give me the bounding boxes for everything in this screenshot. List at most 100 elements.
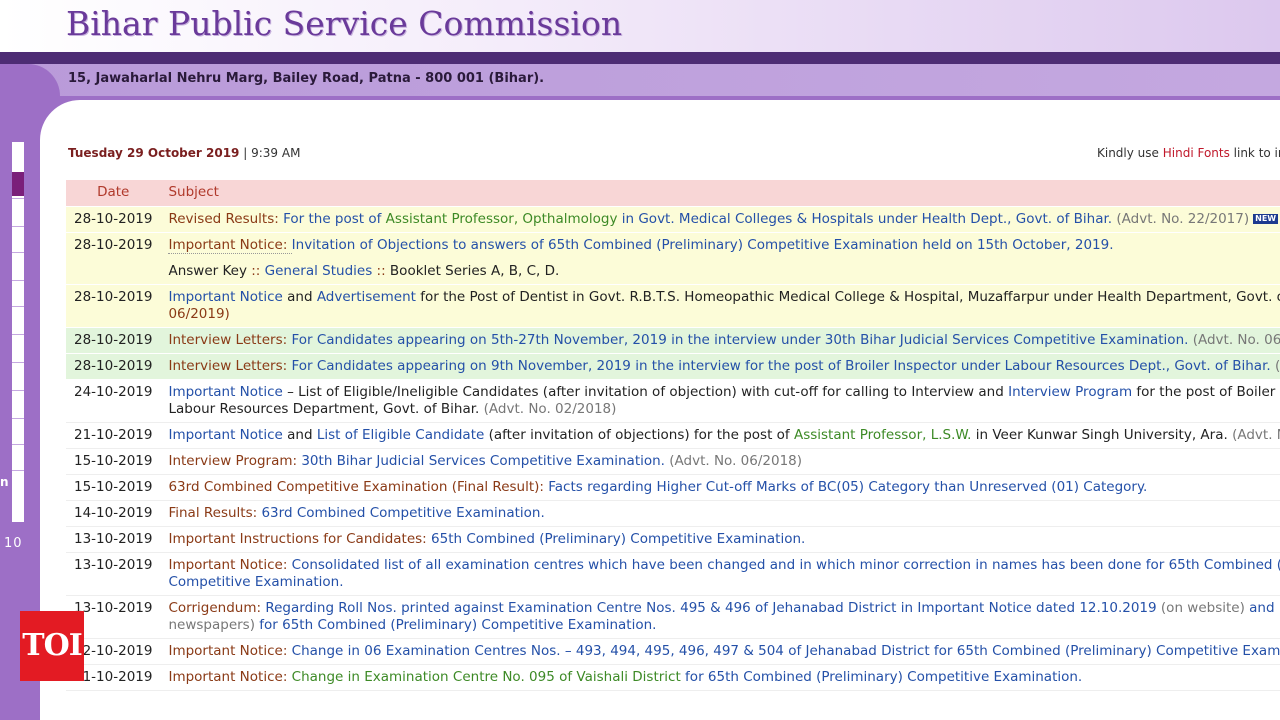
notice-type: Important Instructions for Candidates: bbox=[168, 531, 432, 547]
notice-link[interactable]: in the interview for the post of Broiler… bbox=[631, 358, 1270, 374]
table-row: 13-10-2019 Corrigendum: Regarding Roll N… bbox=[66, 595, 1280, 639]
row-date: 28-10-2019 bbox=[66, 353, 161, 380]
notice-link[interactable]: For the post of bbox=[283, 211, 386, 227]
left-menu-separator bbox=[12, 280, 24, 281]
eligible-list-link[interactable]: List of Eligible Candidate bbox=[317, 427, 484, 443]
toi-watermark-logo: TOI bbox=[20, 611, 84, 681]
notice-link[interactable]: in Govt. Medical Colleges & Hospitals un… bbox=[617, 211, 1112, 227]
current-time: 9:39 AM bbox=[251, 146, 301, 160]
row-subject: Final Results: 63rd Combined Competitive… bbox=[160, 500, 1280, 527]
row-subject: Important Notice – List of Eligible/Inel… bbox=[160, 379, 1280, 423]
hindi-font-hint: Kindly use Hindi Fonts link to inst bbox=[1097, 146, 1280, 160]
site-title: Bihar Public Service Commission bbox=[66, 4, 623, 43]
notice-type: Corrigendum: bbox=[168, 600, 266, 616]
notice-source: newspapers) bbox=[168, 617, 255, 633]
conjunction: and bbox=[282, 289, 317, 305]
notice-type: Important Notice: bbox=[168, 557, 292, 573]
date-column-header: Date bbox=[66, 180, 161, 207]
current-date: Tuesday 29 October 2019 bbox=[68, 146, 240, 160]
hindi-fonts-link[interactable]: Hindi Fonts bbox=[1163, 146, 1230, 160]
notice-link[interactable]: Invitation of Objections to answers of 6… bbox=[292, 237, 1114, 253]
date-separator: | bbox=[243, 146, 248, 160]
interview-program-link[interactable]: Interview Program bbox=[1008, 384, 1132, 400]
notice-link[interactable]: Change in 06 Examination Centres Nos. – … bbox=[292, 643, 1280, 659]
table-row: 13-10-2019 Important Notice: Consolidate… bbox=[66, 552, 1280, 596]
row-subject: Interview Letters: For Candidates appear… bbox=[160, 327, 1280, 354]
table-row: 21-10-2019 Important Notice and List of … bbox=[66, 422, 1280, 449]
date-time-line: Tuesday 29 October 2019 | 9:39 AM bbox=[68, 146, 300, 160]
notice-link[interactable]: Important Notice bbox=[168, 289, 282, 305]
notice-text: for the post of Boiler Inspe bbox=[1136, 384, 1280, 400]
notice-link[interactable]: Important Notice bbox=[168, 384, 282, 400]
post-name: Assistant Professor, L.S.W. bbox=[793, 427, 972, 443]
notice-link[interactable]: Assistant Professor, Opthalmology bbox=[386, 211, 618, 227]
notice-link[interactable]: in Important Notice dated 12.10.2019 bbox=[896, 600, 1157, 616]
left-menu-letter: n bbox=[0, 475, 9, 489]
notices-table: Date Subject 28-10-2019 Revised Results:… bbox=[66, 180, 1280, 691]
general-studies-link[interactable]: General Studies bbox=[265, 263, 373, 279]
notice-type: 63rd Combined Competitive Examination (F… bbox=[168, 479, 549, 495]
advertisement-link[interactable]: Advertisement bbox=[317, 289, 416, 305]
notice-text: (after invitation of objections) for the… bbox=[484, 427, 794, 443]
notice-text: – List of Eligible/Ineligible Candidates… bbox=[282, 384, 1009, 400]
row-subject: Important Instructions for Candidates: 6… bbox=[160, 526, 1280, 553]
subject-column-header: Subject bbox=[160, 180, 1280, 207]
left-menu-separator bbox=[12, 444, 24, 445]
row-date: 24-10-2019 bbox=[66, 379, 161, 423]
left-menu-separator bbox=[12, 198, 24, 199]
notice-link[interactable]: in the interview under 30th Bihar Judici… bbox=[667, 332, 1188, 348]
notice-link[interactable]: Competitive Examination. bbox=[168, 574, 343, 590]
table-row: 28-10-2019 Revised Results: For the post… bbox=[66, 206, 1280, 233]
advt-number: (Advt. No. 64 bbox=[1232, 427, 1280, 443]
left-menu-active-item[interactable] bbox=[12, 172, 24, 196]
notice-link[interactable]: Consolidated list of all examination cen… bbox=[292, 557, 1280, 573]
notice-link[interactable]: for 65th Combined (Preliminary) Competit… bbox=[681, 669, 1082, 685]
notice-link[interactable]: Change in Examination Centre No. 095 of … bbox=[292, 669, 681, 685]
table-row: 14-10-2019 Final Results: 63rd Combined … bbox=[66, 500, 1280, 527]
row-subject: Interview Program: 30th Bihar Judicial S… bbox=[160, 448, 1280, 475]
row-date: 28-10-2019 bbox=[66, 206, 161, 233]
table-row: 12-10-2019 Important Notice: Change in 0… bbox=[66, 638, 1280, 665]
table-row: 13-10-2019 Important Instructions for Ca… bbox=[66, 526, 1280, 553]
left-menu-separator bbox=[12, 418, 24, 419]
notice-type: Interview Letters: bbox=[168, 358, 292, 374]
notice-link[interactable]: and 13.10.2 bbox=[1245, 600, 1280, 616]
row-subject: Important Notice: Invitation of Objectio… bbox=[160, 232, 1280, 285]
separator: :: bbox=[372, 263, 390, 279]
advt-number: 06/2019) bbox=[168, 306, 230, 322]
notice-link[interactable]: For Candidates appearing on 5th-27th Nov… bbox=[291, 332, 666, 348]
notice-link[interactable]: 30th Bihar Judicial Services Competitive… bbox=[301, 453, 665, 469]
advt-number: (Advt. No. 06/2018) bbox=[1192, 332, 1280, 348]
notice-link[interactable]: for 65th Combined (Preliminary) Competit… bbox=[255, 617, 656, 633]
new-badge-icon: NEW bbox=[1253, 214, 1279, 224]
notice-link[interactable]: Regarding Roll Nos. printed against Exam… bbox=[265, 600, 896, 616]
row-date: 13-10-2019 bbox=[66, 552, 161, 596]
table-row: 24-10-2019 Important Notice – List of El… bbox=[66, 379, 1280, 423]
notice-link[interactable]: 65th Combined (Preliminary) Competitive … bbox=[431, 531, 805, 547]
notice-link[interactable]: Important Notice bbox=[168, 427, 282, 443]
advt-number: (Advt. bbox=[1274, 358, 1280, 374]
row-subject: Interview Letters: For Candidates appear… bbox=[160, 353, 1280, 380]
notice-link[interactable]: Facts regarding Higher Cut-off Marks of … bbox=[548, 479, 1147, 495]
left-menu-separator bbox=[12, 470, 24, 471]
left-menu-separator bbox=[12, 334, 24, 335]
table-row: 15-10-2019 63rd Combined Competitive Exa… bbox=[66, 474, 1280, 501]
notice-link[interactable]: 63rd Combined Competitive Examination. bbox=[261, 505, 544, 521]
notice-text: for the Post of Dentist in Govt. R.B.T.S… bbox=[415, 289, 1280, 305]
notice-source: (on website) bbox=[1156, 600, 1245, 616]
row-date: 14-10-2019 bbox=[66, 500, 161, 527]
advt-number: (Advt. No. 22/2017) bbox=[1112, 211, 1250, 227]
left-menu-separator bbox=[12, 362, 24, 363]
row-subject: Revised Results: For the post of Assista… bbox=[160, 206, 1280, 233]
table-row: 28-10-2019 Important Notice and Advertis… bbox=[66, 284, 1280, 328]
booklet-series: Booklet Series A, B, C, D. bbox=[389, 263, 560, 279]
answer-key-label: Answer Key bbox=[168, 263, 247, 279]
advt-number: (Advt. No. 02/2018) bbox=[479, 401, 617, 417]
notice-type: Important Notice: bbox=[168, 237, 292, 254]
row-subject: Important Notice and List of Eligible Ca… bbox=[160, 422, 1280, 449]
notice-type: Revised Results: bbox=[168, 211, 284, 227]
row-date: 28-10-2019 bbox=[66, 232, 161, 285]
table-row: 28-10-2019 Important Notice: Invitation … bbox=[66, 232, 1280, 285]
row-date: 28-10-2019 bbox=[66, 284, 161, 328]
notice-link[interactable]: For Candidates appearing on 9th November… bbox=[291, 358, 630, 374]
